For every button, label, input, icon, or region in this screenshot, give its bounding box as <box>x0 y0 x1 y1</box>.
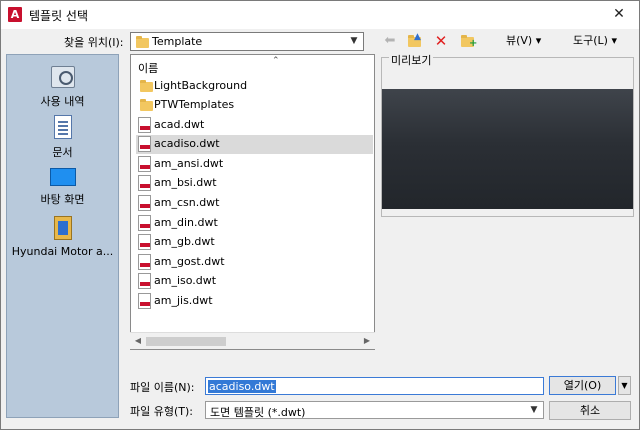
lookin-value: Template <box>152 35 203 48</box>
chevron-down-icon: ▼ <box>530 405 538 415</box>
file-list[interactable]: 이름 ⌃ LightBackground PTWTemplates acad.d… <box>130 54 375 350</box>
scroll-right-icon[interactable]: ▶ <box>361 335 373 347</box>
scroll-left-icon[interactable]: ◀ <box>132 335 144 347</box>
dwt-file-icon <box>138 117 151 133</box>
list-item[interactable]: acad.dwt <box>136 116 373 135</box>
list-item[interactable]: am_jis.dwt <box>136 292 373 311</box>
list-item[interactable]: am_ansi.dwt <box>136 155 373 174</box>
plus-icon: + <box>469 38 478 49</box>
place-label: Hyundai Motor a... <box>11 245 114 258</box>
place-label: 문서 <box>52 146 73 159</box>
item-name: LightBackground <box>154 79 248 92</box>
filetype-label: 파일 유형(T): <box>130 405 193 418</box>
list-item[interactable]: am_bsi.dwt <box>136 174 373 193</box>
dwt-file-icon <box>138 136 151 152</box>
dwt-file-icon <box>138 175 151 191</box>
preview-label: 미리보기 <box>389 52 434 68</box>
view-menu-button[interactable]: 뷰(V) ▾ <box>506 32 541 50</box>
lookin-dropdown[interactable]: Template ▼ <box>130 32 364 51</box>
window-title: 템플릿 선택 <box>29 9 89 23</box>
place-label: 바탕 화면 <box>40 193 85 206</box>
preview-image <box>382 89 633 209</box>
documents-icon <box>53 115 72 139</box>
list-item[interactable]: LightBackground <box>136 77 373 96</box>
up-one-level-icon[interactable]: ▲ <box>405 32 423 49</box>
place-company[interactable]: Hyundai Motor a... <box>7 214 118 258</box>
item-name: am_bsi.dwt <box>154 176 217 189</box>
tools-menu-button[interactable]: 도구(L) ▾ <box>573 32 617 50</box>
dwt-file-icon <box>138 293 151 309</box>
item-name: acadiso.dwt <box>154 137 220 150</box>
autocad-app-icon: A <box>8 7 22 22</box>
item-name: am_iso.dwt <box>154 274 217 287</box>
chevron-down-icon: ▼ <box>350 36 358 46</box>
new-folder-icon[interactable]: + <box>458 33 478 49</box>
scroll-thumb[interactable] <box>146 337 226 346</box>
back-arrow-icon[interactable]: ⬅ <box>381 33 399 49</box>
open-button[interactable]: 열기(O) <box>549 376 616 395</box>
dwt-file-icon <box>138 156 151 172</box>
place-label: 사용 내역 <box>40 95 85 108</box>
item-name: am_jis.dwt <box>154 294 213 307</box>
lookin-label: 찾을 위치(I): <box>64 36 124 49</box>
filename-label: 파일 이름(N): <box>130 381 195 394</box>
sort-up-icon: ⌃ <box>272 56 280 66</box>
dwt-file-icon <box>138 195 151 211</box>
filetype-dropdown[interactable]: 도면 템플릿 (*.dwt) ▼ <box>205 401 544 419</box>
list-item-selected[interactable]: acadiso.dwt <box>136 135 373 154</box>
item-name: am_ansi.dwt <box>154 157 224 170</box>
filetype-value: 도면 템플릿 (*.dwt) <box>210 406 306 419</box>
filename-value: acadiso.dwt <box>208 380 276 393</box>
network-folder-icon <box>53 216 72 240</box>
dwt-file-icon <box>138 273 151 289</box>
dwt-file-icon <box>138 215 151 231</box>
places-bar: 사용 내역 문서 바탕 화면 Hyundai Motor a... <box>6 54 119 418</box>
cancel-button[interactable]: 취소 <box>549 401 631 420</box>
item-name: PTWTemplates <box>154 98 235 111</box>
item-name: am_din.dwt <box>154 216 218 229</box>
item-name: acad.dwt <box>154 118 205 131</box>
item-name: am_gb.dwt <box>154 235 215 248</box>
list-item[interactable]: PTWTemplates <box>136 96 373 115</box>
place-recent[interactable]: 사용 내역 <box>7 63 118 109</box>
folder-icon <box>136 36 149 48</box>
close-button[interactable]: ✕ <box>607 4 631 24</box>
delete-icon[interactable]: ✕ <box>432 33 450 49</box>
list-item[interactable]: am_csn.dwt <box>136 194 373 213</box>
filename-input[interactable]: acadiso.dwt <box>205 377 544 395</box>
template-select-dialog: A 템플릿 선택 ✕ 찾을 위치(I): Template ▼ ⬅ ▲ ✕ + … <box>0 0 640 430</box>
place-desktop[interactable]: 바탕 화면 <box>7 163 118 207</box>
list-item[interactable]: am_iso.dwt <box>136 272 373 291</box>
list-item[interactable]: am_gb.dwt <box>136 233 373 252</box>
horizontal-scrollbar[interactable]: ◀ ▶ <box>130 332 375 349</box>
list-item[interactable]: am_gost.dwt <box>136 253 373 272</box>
item-name: am_gost.dwt <box>154 255 225 268</box>
folder-icon <box>140 99 153 111</box>
dwt-file-icon <box>138 254 151 270</box>
folder-icon <box>140 80 153 92</box>
history-icon <box>50 66 75 88</box>
column-header-name[interactable]: 이름 <box>138 60 158 76</box>
title-bar: A 템플릿 선택 ✕ <box>1 1 639 29</box>
dwt-file-icon <box>138 234 151 250</box>
up-arrow-icon: ▲ <box>414 32 421 42</box>
item-name: am_csn.dwt <box>154 196 220 209</box>
place-documents[interactable]: 문서 <box>7 113 118 160</box>
desktop-icon <box>49 168 76 186</box>
list-item[interactable]: am_din.dwt <box>136 214 373 233</box>
open-dropdown-button[interactable]: ▼ <box>618 376 631 395</box>
